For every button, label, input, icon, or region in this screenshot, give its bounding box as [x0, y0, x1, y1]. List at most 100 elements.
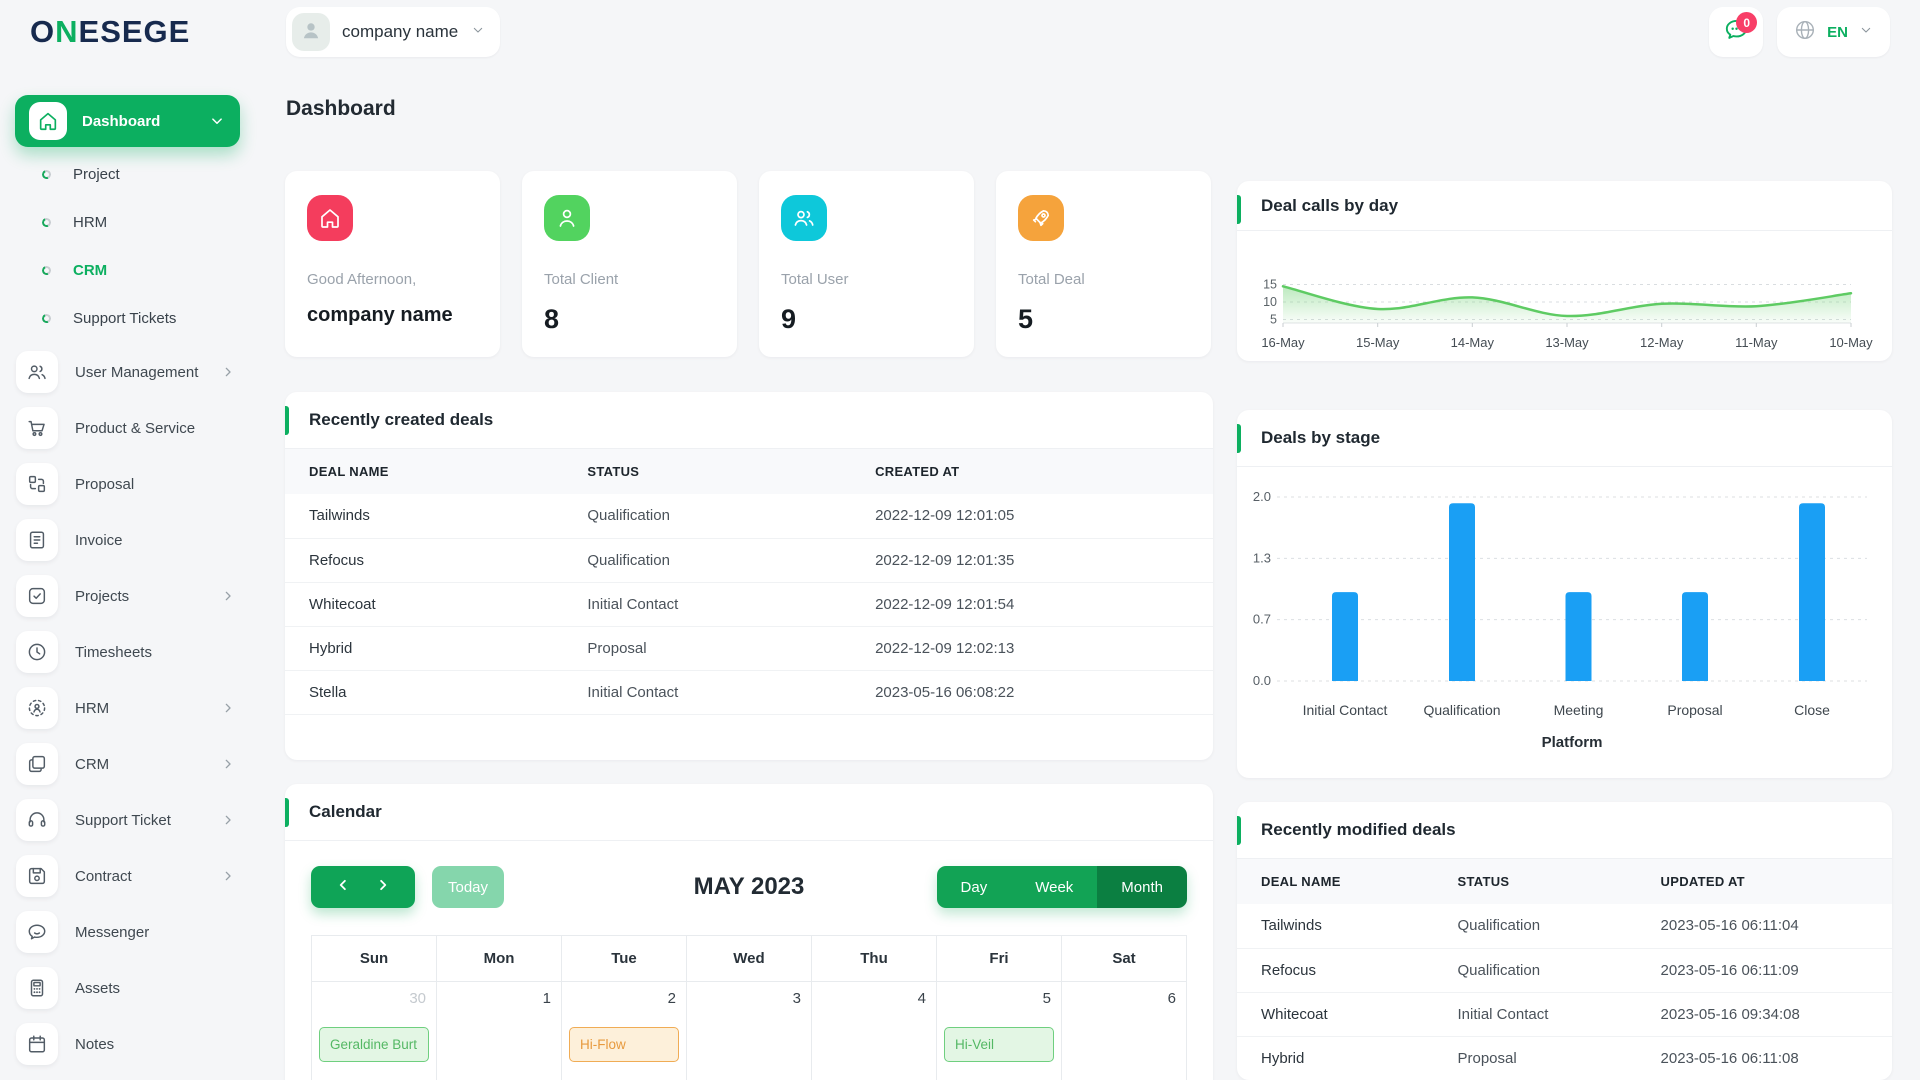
crm-icon [16, 743, 58, 785]
calendar-day-cell[interactable]: 3 [686, 981, 812, 1080]
company-avatar [292, 13, 330, 51]
calendar-view-day[interactable]: Day [936, 866, 1012, 908]
sidebar-item-support-ticket[interactable]: Support Ticket [0, 792, 260, 848]
table-header-row: DEAL NAME STATUS UPDATED AT [1237, 859, 1892, 904]
deal-name-cell: Hybrid [1237, 1036, 1434, 1080]
status-cell: Qualification [563, 494, 852, 539]
chat-button[interactable]: 0 [1709, 7, 1764, 57]
svg-text:12-May: 12-May [1640, 335, 1684, 350]
sidebar-item-hrm[interactable]: HRM [0, 680, 260, 736]
section-title: Recently modified deals [1261, 820, 1456, 839]
sidebar-item-label: Proposal [75, 475, 135, 493]
table-row: Refocus Qualification 2022-12-09 12:01:35 [285, 538, 1213, 583]
sidebar-item-proposal[interactable]: Proposal [0, 456, 260, 512]
timestamp-cell: 2023-05-16 06:11:09 [1636, 948, 1892, 993]
sidebar-item-crm[interactable]: CRM [0, 736, 260, 792]
svg-text:11-May: 11-May [1735, 335, 1778, 350]
messenger-icon [16, 911, 58, 953]
deals-by-stage-card: Deals by stage 0.0 0.7 1.3 2.0 Initial Conta… [1237, 410, 1892, 778]
calendar-date-number: 4 [917, 990, 926, 1007]
sidebar-item-label: Notes [75, 1035, 115, 1053]
sidebar-subitem-hrm[interactable]: HRM [0, 198, 260, 246]
svg-text:Qualification: Qualification [1423, 702, 1500, 718]
calendar-day-cell[interactable]: 30 Geraldine Burt [311, 981, 437, 1080]
language-selector[interactable]: EN [1777, 7, 1890, 57]
proposal-icon [16, 463, 58, 505]
calendar-view-week[interactable]: Week [1011, 866, 1098, 908]
deals-by-stage-bar-chart: 0.0 0.7 1.3 2.0 Initial Contact Qualification… [1237, 467, 1892, 777]
sidebar-item-contract[interactable]: Contract [0, 848, 260, 904]
status-cell: Initial Contact [563, 582, 852, 627]
calendar-view-switcher: Day Week Month [936, 866, 1187, 908]
chevron-left-icon[interactable] [334, 876, 352, 899]
svg-text:Close: Close [1794, 702, 1830, 718]
status-cell: Initial Contact [1433, 992, 1637, 1037]
section-title: Deals by stage [1261, 428, 1381, 447]
svg-text:2.0: 2.0 [1253, 489, 1271, 504]
chevron-right-icon[interactable] [374, 876, 392, 899]
calendar-nav-buttons[interactable] [311, 866, 415, 908]
calendar-day-header-row: Sun Mon Tue Wed Thu Fri Sat [311, 935, 1187, 982]
timestamp-cell: 2023-05-16 06:11:08 [1636, 1036, 1892, 1080]
calendar-week-row: 30 Geraldine Burt 1 2 Hi-Flow 3 4 5 Hi-Veil 6 [311, 981, 1187, 1080]
users-icon [781, 195, 827, 241]
column-header: CREATED AT [851, 449, 1213, 494]
sidebar-subitem-project[interactable]: Project [0, 150, 260, 198]
contract-icon [16, 855, 58, 897]
person-icon [298, 17, 324, 48]
sidebar-item-user-management[interactable]: User Management [0, 344, 260, 400]
stat-card-label: Good Afternoon, [307, 271, 417, 288]
calendar-day-cell[interactable]: 2 Hi-Flow [561, 981, 687, 1080]
svg-text:13-May: 13-May [1545, 335, 1589, 350]
sidebar-item-notes[interactable]: Notes [0, 1016, 260, 1072]
deal-name-cell: Refocus [285, 538, 564, 583]
status-cell: Qualification [1433, 904, 1637, 949]
company-selector[interactable]: company name [286, 7, 501, 57]
calendar-date-number: 6 [1167, 990, 1176, 1007]
sidebar-item-list: User Management Product & Service Proposal… [0, 344, 260, 1072]
svg-text:15: 15 [1263, 278, 1277, 292]
table-row: Refocus Qualification 2023-05-16 06:11:09 [1237, 948, 1892, 993]
calendar-view-month[interactable]: Month [1097, 866, 1187, 908]
chevron-right-icon [220, 700, 236, 716]
sidebar-item-dashboard[interactable]: Dashboard [15, 95, 240, 147]
sidebar-item-invoice[interactable]: Invoice [0, 512, 260, 568]
svg-text:5: 5 [1270, 313, 1277, 327]
sidebar-subitem-crm[interactable]: CRM [0, 246, 260, 294]
sidebar-subitem-label: CRM [73, 261, 108, 279]
stat-card-value: 9 [781, 304, 797, 334]
clock-icon [16, 631, 58, 673]
sidebar-item-projects[interactable]: Projects [0, 568, 260, 624]
calendar-event[interactable]: Hi-Flow [569, 1027, 679, 1062]
svg-text:Initial Contact: Initial Contact [1303, 702, 1388, 718]
chevron-down-icon [208, 112, 226, 130]
calendar-day-cell[interactable]: 6 [1061, 981, 1187, 1080]
calendar-day-cell[interactable]: 4 [811, 981, 937, 1080]
hrm-icon [16, 687, 58, 729]
crm-dashboard-app: ONESEGE company name 0 EN Dashboard Proj… [0, 0, 1920, 1080]
table-row: Tailwinds Qualification 2023-05-16 06:11:0… [1237, 904, 1892, 949]
calendar-day-cell[interactable]: 5 Hi-Veil [936, 981, 1062, 1080]
bullet-circle-icon [40, 264, 53, 276]
stat-card-label: Total User [781, 271, 849, 288]
brand-logo[interactable]: ONESEGE [30, 14, 190, 50]
calendar-event[interactable]: Geraldine Burt [319, 1027, 429, 1062]
chevron-down-icon [1858, 22, 1874, 43]
sidebar-item-timesheets[interactable]: Timesheets [0, 624, 260, 680]
calendar-date-number: 2 [667, 990, 676, 1007]
sidebar-item-label: Invoice [75, 531, 123, 549]
svg-text:Proposal: Proposal [1667, 702, 1722, 718]
sidebar-subitem-support-tickets[interactable]: Support Tickets [0, 294, 260, 342]
sidebar-item-label: Dashboard [82, 112, 161, 130]
recently-modified-deals-card: Recently modified deals DEAL NAME STATUS U… [1237, 802, 1892, 1080]
calendar-date-number: 1 [542, 990, 551, 1007]
calendar-event[interactable]: Hi-Veil [944, 1027, 1054, 1062]
sidebar-item-product-service[interactable]: Product & Service [0, 400, 260, 456]
sidebar-item-messenger[interactable]: Messenger [0, 904, 260, 960]
projects-icon [16, 575, 58, 617]
calendar-day-cell[interactable]: 1 [436, 981, 562, 1080]
sidebar-item-assets[interactable]: Assets [0, 960, 260, 1016]
deal-name-cell: Whitecoat [285, 582, 564, 627]
stat-card-value: 8 [544, 304, 560, 334]
today-button[interactable]: Today [432, 866, 504, 908]
